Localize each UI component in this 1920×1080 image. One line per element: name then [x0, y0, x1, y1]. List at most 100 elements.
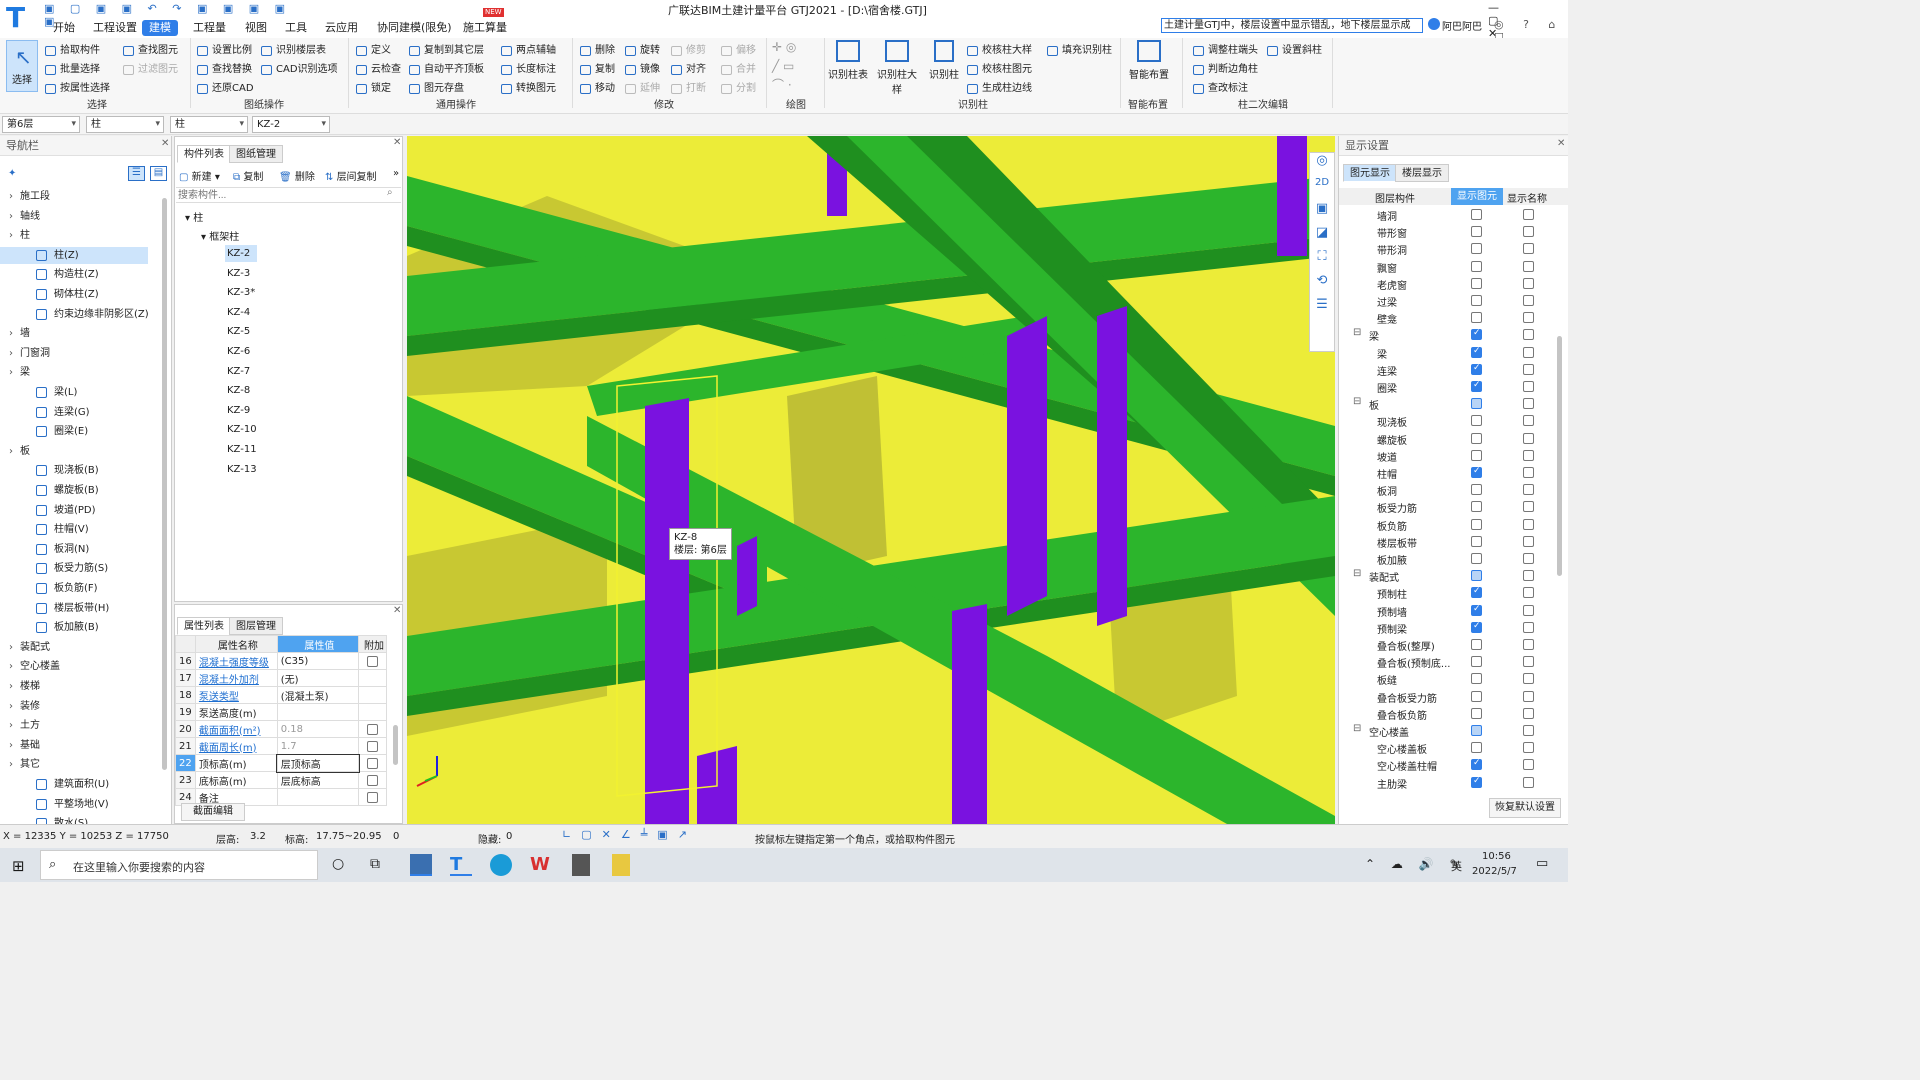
display-row[interactable]: 预制墙 [1339, 602, 1569, 619]
nav-item[interactable]: 梁(L) [0, 384, 148, 401]
taskbar-search[interactable]: ⌕ 在这里输入你要搜索的内容 [40, 850, 318, 880]
list-icon[interactable]: ☰ [1310, 297, 1334, 321]
nav-category[interactable]: 轴线 [0, 208, 148, 225]
component-item[interactable]: KZ-6 [225, 343, 257, 360]
collapse-icon[interactable]: ⊟ [1353, 723, 1361, 734]
display-row[interactable]: ⊟ 板 [1339, 395, 1569, 412]
display-row[interactable]: ⊟ 梁 [1339, 326, 1569, 343]
display-row[interactable]: 板负筋 [1339, 516, 1569, 533]
property-row[interactable]: 23 底标高(m) 层底标高 [175, 771, 387, 789]
show-element-checkbox[interactable] [1471, 346, 1482, 358]
tab-component-list[interactable]: 构件列表 [177, 145, 231, 163]
search-icon[interactable]: ⌕ [387, 187, 393, 198]
ribbon-modify-3[interactable]: 偏移 [720, 42, 756, 60]
ribbon-col_edit-1[interactable]: 设置斜柱 [1266, 42, 1322, 60]
property-value[interactable]: 层底标高 [276, 771, 360, 789]
nav-category[interactable]: 门窗洞 [0, 345, 148, 362]
attach-cell[interactable] [358, 669, 387, 687]
show-name-checkbox[interactable] [1523, 639, 1534, 650]
property-value[interactable]: (C35) [276, 652, 360, 670]
identify-detail-button[interactable]: 识别柱大样 [873, 38, 921, 96]
show-element-checkbox[interactable] [1471, 742, 1482, 754]
display-row[interactable]: 空心楼盖柱帽 [1339, 756, 1569, 773]
subtype-select[interactable]: 柱 [170, 116, 248, 133]
ribbon-common_ops-7[interactable]: 长度标注 [500, 61, 556, 79]
identify-col-button[interactable]: 识别柱 [928, 38, 960, 81]
nav-category[interactable]: 装修 [0, 698, 148, 715]
tab-floor-display[interactable]: 楼层显示 [1395, 164, 1449, 182]
cad-app-icon[interactable] [410, 854, 432, 876]
show-element-checkbox[interactable] [1471, 432, 1482, 444]
show-element-checkbox[interactable] [1471, 656, 1482, 668]
app-logo[interactable]: T [6, 3, 34, 33]
nav-item[interactable]: 坡道(PD) [0, 502, 148, 519]
ribbon-identify_col-0[interactable]: 校核柱大样 [966, 42, 1032, 60]
nav-item[interactable]: 板受力筋(S) [0, 560, 148, 577]
display-row[interactable]: 带形窗 [1339, 223, 1569, 240]
ribbon-modify-1[interactable]: 旋转 [624, 42, 660, 60]
nav-category[interactable]: 土方 [0, 717, 148, 734]
property-row[interactable]: 21 截面周长(m) 1.7 [175, 737, 387, 755]
show-element-checkbox[interactable] [1471, 295, 1482, 306]
property-value[interactable]: 层顶标高 [276, 753, 360, 773]
show-element-checkbox[interactable] [1471, 226, 1482, 238]
nav-item[interactable]: 约束边缘非阴影区(Z) [0, 306, 149, 323]
identify-table-button[interactable]: 识别柱表 [828, 38, 868, 81]
ribbon-select_group-1[interactable]: 批量选择 [44, 61, 100, 79]
ime-indicator[interactable]: 英 [1451, 858, 1462, 874]
display-row[interactable]: 墙洞 [1339, 206, 1569, 223]
nav-item[interactable]: 平整场地(V) [0, 796, 148, 813]
show-element-checkbox[interactable] [1471, 518, 1482, 530]
2d-view-icon[interactable]: 2D [1310, 177, 1334, 201]
show-name-checkbox[interactable] [1523, 415, 1534, 427]
nav-scrollbar[interactable] [162, 198, 167, 770]
ribbon-common_ops-3[interactable]: 复制到其它层 [408, 42, 484, 60]
notification-icon[interactable]: ▭ [1536, 856, 1548, 871]
ribbon-col_edit-2[interactable]: 判断边角柱 [1192, 61, 1258, 79]
show-name-checkbox[interactable] [1523, 209, 1534, 220]
attach-checkbox[interactable] [367, 741, 379, 752]
show-element-checkbox[interactable] [1471, 277, 1482, 289]
show-element-checkbox[interactable] [1471, 466, 1482, 478]
user-name[interactable]: 阿巴阿巴 [1442, 18, 1482, 33]
property-value[interactable]: 0.18 [276, 720, 360, 738]
help-search-box[interactable]: 土建计量GTJ中，楼层设置中显示错乱，地下楼层显示成 [1161, 18, 1423, 33]
display-row[interactable]: 梁 [1339, 344, 1569, 361]
ribbon-modify-5[interactable]: 镜像 [624, 61, 660, 79]
nav-item[interactable]: 砌体柱(Z) [0, 286, 148, 303]
task-view-icon[interactable]: ⧉ [370, 856, 380, 872]
nav-category[interactable]: 板 [0, 443, 148, 460]
menu-tab-1[interactable]: 工程设置 [86, 20, 144, 36]
property-row[interactable]: 16 混凝土强度等级 (C35) [175, 652, 387, 670]
nav-category[interactable]: 基础 [0, 737, 148, 754]
menu-tab-0[interactable]: 开始 [46, 20, 82, 36]
tab-element-display[interactable]: 图元显示 [1343, 164, 1397, 182]
display-row[interactable]: 板缝 [1339, 670, 1569, 687]
menu-tab-6[interactable]: 云应用 [318, 20, 365, 36]
display-row[interactable]: 板加腋 [1339, 550, 1569, 567]
show-element-checkbox[interactable] [1471, 535, 1482, 547]
attach-cell[interactable] [358, 788, 387, 806]
component-item[interactable]: KZ-9 [225, 402, 257, 419]
collapse-icon[interactable]: ⊟ [1353, 396, 1361, 407]
display-row[interactable]: 螺旋板 [1339, 430, 1569, 447]
show-name-checkbox[interactable] [1523, 329, 1534, 341]
show-element-checkbox[interactable] [1471, 243, 1482, 255]
ribbon-modify-7[interactable]: 合并 [720, 61, 756, 79]
display-row[interactable]: 现浇板 [1339, 412, 1569, 429]
gtj-app-icon[interactable]: T [450, 854, 472, 876]
ribbon-common_ops-0[interactable]: 定义 [355, 42, 391, 60]
floor-copy-button[interactable]: ⇅ 层间复制 [325, 168, 377, 183]
ribbon-select_group-4[interactable]: 过滤图元 [122, 61, 178, 79]
show-name-checkbox[interactable] [1523, 363, 1534, 375]
collapse-icon[interactable]: ⊟ [1353, 568, 1361, 579]
fullscreen-icon[interactable]: ⛶ [1310, 249, 1334, 273]
display-row[interactable]: 板受力筋 [1339, 498, 1569, 515]
property-row[interactable]: 18 泵送类型 (混凝土泵) [175, 686, 387, 704]
show-element-checkbox[interactable] [1471, 586, 1482, 599]
menu-tab-2[interactable]: 建模 [142, 20, 178, 36]
smart-layout-button[interactable]: 智能布置 [1127, 38, 1171, 81]
nav-item[interactable]: 板洞(N) [0, 541, 148, 558]
display-row[interactable]: ⊟ 装配式 [1339, 567, 1569, 584]
ribbon-modify-8[interactable]: 移动 [579, 80, 615, 98]
